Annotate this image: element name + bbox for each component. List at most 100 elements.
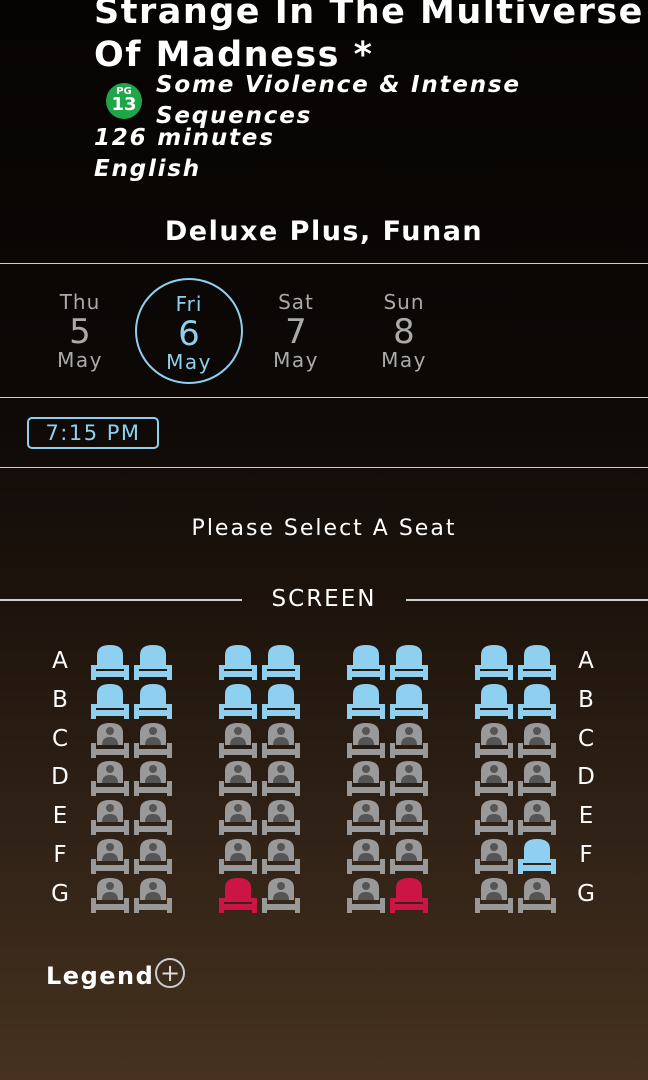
seat-f1-occupied <box>89 837 131 875</box>
date-day: 6 <box>178 314 200 354</box>
plus-circle-icon[interactable]: + <box>155 958 185 988</box>
date-dow: Fri <box>175 292 203 316</box>
row-label-f: F <box>579 842 593 868</box>
movie-title-line2: Of Madness * <box>94 35 374 75</box>
date-month: May <box>381 348 427 372</box>
row-label-g: G <box>51 881 69 907</box>
date-day: 5 <box>69 312 91 352</box>
row-label-d: D <box>577 764 595 790</box>
seat-c5-occupied <box>345 721 387 759</box>
seat-g6-selected[interactable] <box>388 876 430 914</box>
showtime-button[interactable]: 7:15 PM <box>27 417 159 449</box>
seat-g8-occupied <box>516 876 558 914</box>
seat-d4-occupied <box>260 759 302 797</box>
row-label-e: E <box>578 803 594 829</box>
movie-duration: 126 minutes <box>94 125 275 151</box>
seat-d6-occupied <box>388 759 430 797</box>
seat-b6-available[interactable] <box>388 682 430 720</box>
advisory-line1: Some Violence & Intense <box>156 72 521 98</box>
seat-c1-occupied <box>89 721 131 759</box>
seat-g7-occupied <box>473 876 515 914</box>
date-thu[interactable]: Thu 5 May <box>26 278 134 384</box>
seat-b3-available[interactable] <box>217 682 259 720</box>
seat-g3-selected[interactable] <box>217 876 259 914</box>
seat-c8-occupied <box>516 721 558 759</box>
date-month: May <box>166 350 212 374</box>
select-seat-prompt: Please Select A Seat <box>191 516 457 541</box>
row-label-e: E <box>52 803 68 829</box>
seat-b8-available[interactable] <box>516 682 558 720</box>
movie-title-line1: Strange In The Multiverse <box>94 0 644 32</box>
row-label-d: D <box>51 764 69 790</box>
seat-c6-occupied <box>388 721 430 759</box>
divider <box>0 397 648 398</box>
seat-b5-available[interactable] <box>345 682 387 720</box>
date-dow: Sun <box>383 290 425 314</box>
seat-d3-occupied <box>217 759 259 797</box>
row-label-c: C <box>51 726 69 752</box>
seat-e3-occupied <box>217 798 259 836</box>
seat-a5-available[interactable] <box>345 643 387 681</box>
seat-f2-occupied <box>132 837 174 875</box>
seat-f4-occupied <box>260 837 302 875</box>
seat-a8-available[interactable] <box>516 643 558 681</box>
seat-b2-available[interactable] <box>132 682 174 720</box>
seat-g5-occupied <box>345 876 387 914</box>
row-label-a: A <box>52 648 68 674</box>
row-label-b: B <box>578 687 594 713</box>
seat-b4-available[interactable] <box>260 682 302 720</box>
rating-number: 13 <box>111 94 137 115</box>
seat-f6-occupied <box>388 837 430 875</box>
seat-a3-available[interactable] <box>217 643 259 681</box>
seat-d1-occupied <box>89 759 131 797</box>
seat-d8-occupied <box>516 759 558 797</box>
divider <box>0 263 648 264</box>
seat-a4-available[interactable] <box>260 643 302 681</box>
date-sun[interactable]: Sun 8 May <box>350 278 458 384</box>
seat-g1-occupied <box>89 876 131 914</box>
seat-f8-available[interactable] <box>516 837 558 875</box>
seat-d7-occupied <box>473 759 515 797</box>
date-day: 7 <box>285 312 307 352</box>
seat-a2-available[interactable] <box>132 643 174 681</box>
date-dow: Sat <box>278 290 314 314</box>
seat-a6-available[interactable] <box>388 643 430 681</box>
movie-language: English <box>94 156 201 182</box>
seat-f3-occupied <box>217 837 259 875</box>
seat-d2-occupied <box>132 759 174 797</box>
date-fri-selected[interactable]: Fri 6 May <box>135 278 243 384</box>
legend-label[interactable]: Legend <box>46 962 154 990</box>
seat-e6-occupied <box>388 798 430 836</box>
row-label-b: B <box>52 687 68 713</box>
seat-e5-occupied <box>345 798 387 836</box>
screen-line-right <box>406 599 648 601</box>
seat-e2-occupied <box>132 798 174 836</box>
seat-e4-occupied <box>260 798 302 836</box>
seat-c7-occupied <box>473 721 515 759</box>
seat-a1-available[interactable] <box>89 643 131 681</box>
seat-e1-occupied <box>89 798 131 836</box>
seat-c2-occupied <box>132 721 174 759</box>
date-dow: Thu <box>59 290 101 314</box>
row-label-a: A <box>578 648 594 674</box>
seat-b1-available[interactable] <box>89 682 131 720</box>
seat-a7-available[interactable] <box>473 643 515 681</box>
row-label-g: G <box>577 881 595 907</box>
date-month: May <box>57 348 103 372</box>
seat-b7-available[interactable] <box>473 682 515 720</box>
date-sat[interactable]: Sat 7 May <box>242 278 350 384</box>
seat-g2-occupied <box>132 876 174 914</box>
row-label-f: F <box>53 842 67 868</box>
seat-e7-occupied <box>473 798 515 836</box>
seat-g4-occupied <box>260 876 302 914</box>
venue-name: Deluxe Plus, Funan <box>164 216 484 247</box>
seat-e8-occupied <box>516 798 558 836</box>
seat-f5-occupied <box>345 837 387 875</box>
seat-c4-occupied <box>260 721 302 759</box>
seat-c3-occupied <box>217 721 259 759</box>
seat-d5-occupied <box>345 759 387 797</box>
row-label-c: C <box>577 726 595 752</box>
date-day: 8 <box>393 312 415 352</box>
date-month: May <box>273 348 319 372</box>
divider <box>0 467 648 468</box>
